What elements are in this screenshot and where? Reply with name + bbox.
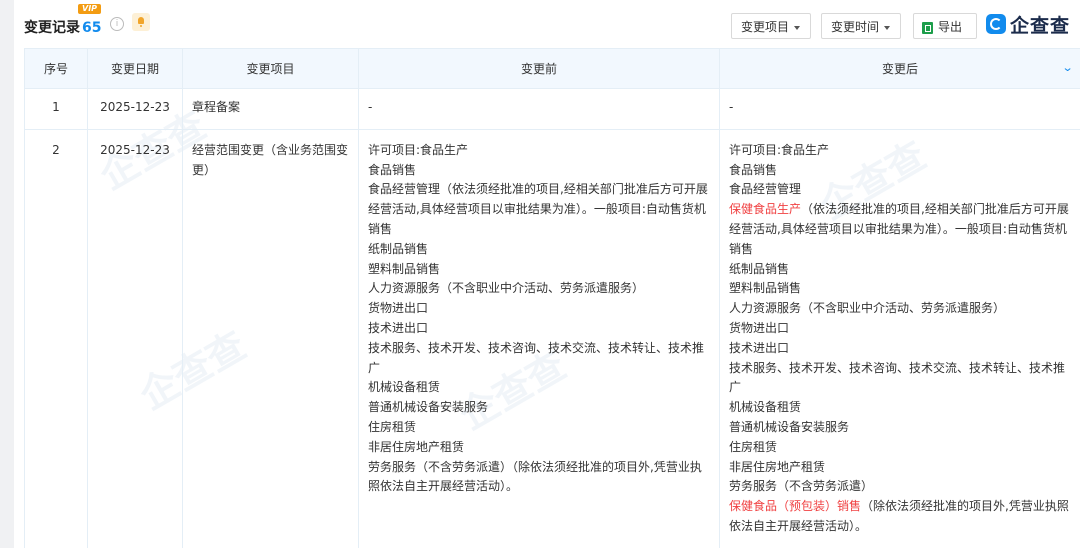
scope-line: 机械设备租赁: [729, 400, 802, 415]
qcc-logo: 企查查: [986, 12, 1070, 37]
caret-down-icon: [794, 25, 801, 30]
added-scope-highlight: 保健食品（预包装）销售: [729, 499, 862, 514]
column-header-item: 变更项目: [182, 48, 359, 89]
scope-line: 劳务服务（不含劳务派遣）（除依法须经批准的项目外,凭营业执照依法自主开展经营活动…: [368, 459, 702, 494]
scope-line: 纸制品销售: [729, 261, 790, 276]
scope-line: 食品销售: [368, 162, 417, 177]
double-chevron-down-icon[interactable]: ⌄: [1061, 61, 1073, 74]
cell-item: 经营范围变更（含业务范围变更）: [182, 128, 359, 548]
qcc-logo-icon: [986, 14, 1006, 34]
scope-line: -: [368, 100, 373, 114]
cell-date: 2025-12-23: [87, 88, 183, 130]
scope-line: 许可项目:食品生产: [729, 142, 830, 157]
scope-line: 普通机械设备安装服务: [368, 400, 489, 415]
scope-line: 技术进出口: [368, 320, 429, 335]
scope-line: 食品销售: [729, 162, 778, 177]
change-time-filter-button[interactable]: 变更时间: [821, 13, 901, 39]
scope-line: 住房租赁: [729, 439, 778, 454]
scope-line: 机械设备租赁: [368, 380, 441, 395]
scope-line: 技术进出口: [729, 340, 790, 355]
change-records-panel: 企查查 企查查 企查查 企查查 变更记录 65 VIP i 变更项目 变更时间 导…: [0, 0, 1080, 548]
scope-line: 食品经营管理（依法须经批准的项目,经相关部门批准后方可开展经营活动,具体经营项目…: [368, 182, 708, 236]
column-header-date: 变更日期: [87, 48, 183, 89]
scope-line: 技术服务、技术开发、技术咨询、技术交流、技术转让、技术推广: [729, 360, 1066, 395]
scope-line: 人力资源服务（不含职业中介活动、劳务派遣服务）: [368, 281, 645, 296]
section-header: 变更记录 65 VIP i 变更项目 变更时间 导出 企查查: [14, 0, 1080, 48]
info-icon[interactable]: i: [110, 17, 124, 31]
table-header-row: 序号 变更日期 变更项目 变更前 变更后 ⌄: [24, 48, 1080, 89]
column-header-after: 变更后 ⌄: [719, 48, 1080, 89]
change-items-filter-button[interactable]: 变更项目: [731, 13, 811, 39]
caret-down-icon: [884, 25, 891, 30]
scope-line: 纸制品销售: [368, 241, 429, 256]
scope-line: 劳务服务（不含劳务派遣）: [729, 479, 874, 494]
scope-line: 食品经营管理: [729, 182, 802, 197]
bell-icon[interactable]: [132, 13, 150, 31]
scope-line: 非居住房地产租赁: [729, 459, 826, 474]
scope-line: 货物进出口: [729, 320, 790, 335]
scope-line: 普通机械设备安装服务: [729, 419, 850, 434]
scope-line: 人力资源服务（不含职业中介活动、劳务派遣服务）: [729, 301, 1006, 316]
scope-line: 技术服务、技术开发、技术咨询、技术交流、技术转让、技术推广: [368, 340, 705, 375]
scope-line: 货物进出口: [368, 301, 429, 316]
cell-before: -: [358, 88, 720, 130]
excel-icon: [922, 21, 933, 34]
cell-date: 2025-12-23: [87, 128, 183, 548]
scope-line: 塑料制品销售: [729, 281, 802, 296]
scope-line: 保健食品生产（依法须经批准的项目,经相关部门批准后方可开展经营活动,具体经营项目…: [729, 202, 1069, 256]
scope-line: 许可项目:食品生产: [368, 142, 469, 157]
scope-line: -: [729, 100, 734, 114]
column-header-before: 变更前: [358, 48, 720, 89]
change-records-table: 序号 变更日期 变更项目 变更前 变更后 ⌄ 1 2025-12-23 章程备案 …: [24, 48, 1080, 548]
scope-line: 非居住房地产租赁: [368, 439, 465, 454]
scope-line: 保健食品（预包装）销售（除依法须经批准的项目外,凭营业执照依法自主开展经营活动）…: [729, 499, 1069, 533]
table-row: 1 2025-12-23 章程备案 - -: [24, 88, 1080, 130]
section-title: 变更记录 65: [24, 20, 102, 36]
cell-item: 章程备案: [182, 88, 359, 130]
export-button[interactable]: 导出: [913, 13, 977, 39]
cell-before: 许可项目:食品生产 食品销售食品经营管理（依法须经批准的项目,经相关部门批准后方可…: [358, 128, 720, 548]
table-row: 2 2025-12-23 经营范围变更（含业务范围变更） 许可项目:食品生产 食品…: [24, 128, 1080, 548]
column-header-index: 序号: [24, 48, 88, 89]
cell-index: 1: [24, 88, 88, 130]
vip-badge: VIP: [78, 4, 102, 14]
scope-line: 塑料制品销售: [368, 261, 441, 276]
cell-after: 许可项目:食品生产 食品销售食品经营管理保健食品生产（依法须经批准的项目,经相关部…: [719, 128, 1080, 548]
cell-after: -: [719, 88, 1080, 130]
scope-line: 住房租赁: [368, 419, 417, 434]
added-scope-highlight: 保健食品生产: [729, 202, 802, 217]
cell-index: 2: [24, 128, 88, 548]
record-count: 65: [82, 20, 102, 36]
